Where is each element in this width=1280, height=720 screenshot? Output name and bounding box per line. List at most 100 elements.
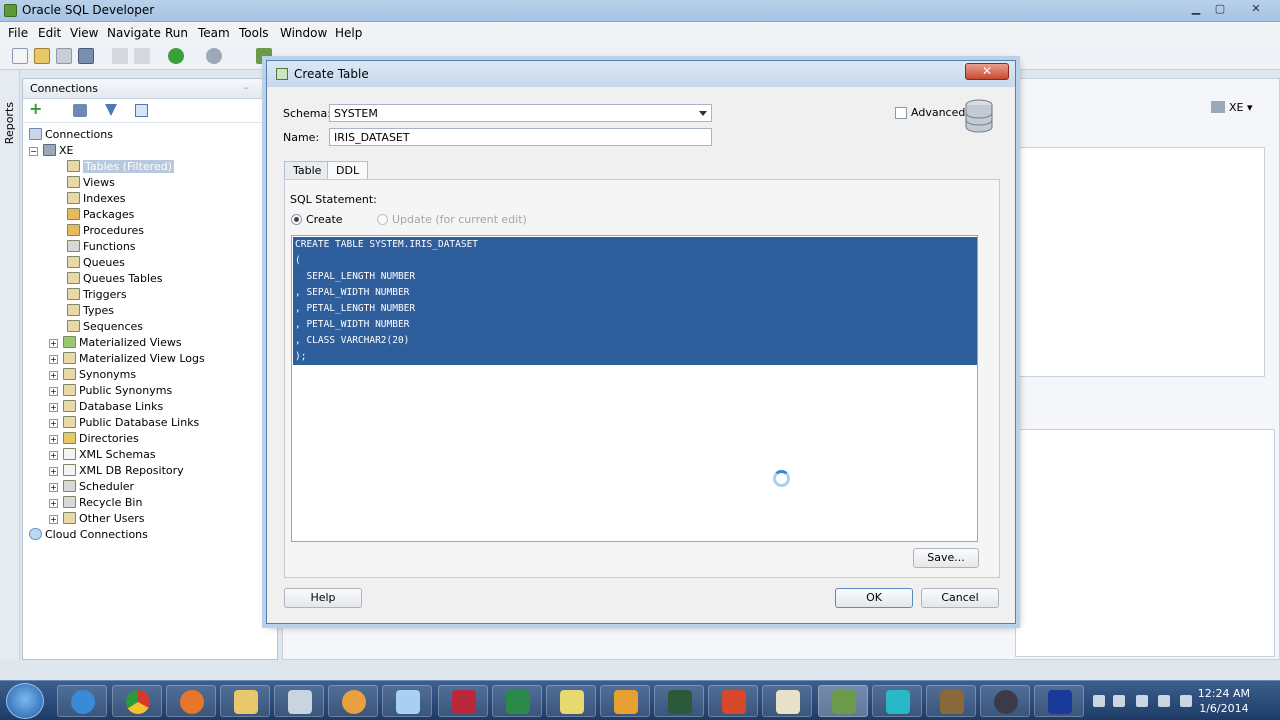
start-button[interactable] xyxy=(6,683,44,719)
tray-flag-icon[interactable] xyxy=(1113,695,1125,707)
tree-functions[interactable]: Functions xyxy=(67,239,136,255)
tree-public-synonyms[interactable]: + Public Synonyms xyxy=(49,383,172,399)
taskbar-terminal[interactable] xyxy=(654,685,704,717)
radio-create[interactable] xyxy=(291,214,302,225)
sql-editor[interactable]: CREATE TABLE SYSTEM.IRIS_DATASET ( SEPAL… xyxy=(291,235,978,542)
panel-minimize-icon[interactable]: – xyxy=(244,81,250,94)
add-connection-icon[interactable]: + xyxy=(29,101,43,117)
dialog-close-button[interactable]: ✕ xyxy=(965,63,1009,80)
open-folder-icon[interactable] xyxy=(34,48,50,64)
tree-public-database-links[interactable]: + Public Database Links xyxy=(49,415,199,431)
close-window-button[interactable]: ✕ xyxy=(1243,1,1269,18)
table-name-input[interactable]: IRIS_DATASET xyxy=(329,128,712,146)
expand-icon[interactable]: + xyxy=(49,403,58,412)
tree-procedures[interactable]: Procedures xyxy=(67,223,144,239)
expand-icon[interactable]: + xyxy=(49,467,58,476)
menu-window[interactable]: Window xyxy=(280,26,327,40)
menu-help[interactable]: Help xyxy=(335,26,362,40)
expand-icon[interactable]: + xyxy=(49,339,58,348)
save-icon[interactable] xyxy=(56,48,72,64)
tray-volume-icon[interactable] xyxy=(1180,695,1192,707)
expand-icon[interactable]: + xyxy=(49,483,58,492)
expand-icon[interactable]: + xyxy=(49,435,58,444)
tree-materialized-views[interactable]: + Materialized Views xyxy=(49,335,182,351)
tree-recycle-bin[interactable]: + Recycle Bin xyxy=(49,495,142,511)
tree-queues-tables[interactable]: Queues Tables xyxy=(67,271,163,287)
taskbar-app-a[interactable] xyxy=(926,685,976,717)
tree-packages[interactable]: Packages xyxy=(67,207,134,223)
tree-xe[interactable]: − XE xyxy=(29,143,74,159)
collapse-icon[interactable]: − xyxy=(29,147,38,156)
taskbar-sql-developer[interactable] xyxy=(818,685,868,717)
tree-views[interactable]: Views xyxy=(67,175,115,191)
taskbar-chrome[interactable] xyxy=(112,685,162,717)
taskbar-app-b[interactable] xyxy=(980,685,1030,717)
taskbar-app-c[interactable] xyxy=(1034,685,1084,717)
taskbar-media[interactable] xyxy=(328,685,378,717)
tree-queues[interactable]: Queues xyxy=(67,255,125,271)
taskbar-firefox[interactable] xyxy=(166,685,216,717)
connection-selector[interactable]: XE ▾ xyxy=(1211,101,1271,121)
save-all-icon[interactable] xyxy=(78,48,94,64)
tab-ddl[interactable]: DDL xyxy=(327,161,369,179)
tree-types[interactable]: Types xyxy=(67,303,114,319)
expand-icon[interactable]: + xyxy=(49,451,58,460)
tree-cloud-connections[interactable]: Cloud Connections xyxy=(29,527,148,543)
expand-icon[interactable]: + xyxy=(49,419,58,428)
tree-sequences[interactable]: Sequences xyxy=(67,319,143,335)
expand-icon[interactable]: + xyxy=(49,499,58,508)
ok-button[interactable]: OK xyxy=(835,588,913,608)
tree-xml-db-repository[interactable]: + XML DB Repository xyxy=(49,463,184,479)
taskbar-access[interactable] xyxy=(438,685,488,717)
redo-icon[interactable] xyxy=(134,48,150,64)
menu-team[interactable]: Team xyxy=(198,26,230,40)
expand-icon[interactable]: + xyxy=(49,515,58,524)
reports-side-tab[interactable]: Reports xyxy=(3,102,16,144)
undo-icon[interactable] xyxy=(112,48,128,64)
taskbar-remote[interactable] xyxy=(872,685,922,717)
taskbar-powerpoint[interactable] xyxy=(708,685,758,717)
taskbar-ie[interactable] xyxy=(57,685,107,717)
menu-file[interactable]: File xyxy=(8,26,28,40)
new-file-icon[interactable] xyxy=(12,48,28,64)
tree-indexes[interactable]: Indexes xyxy=(67,191,125,207)
save-button[interactable]: Save... xyxy=(913,548,979,568)
tree-other-users[interactable]: + Other Users xyxy=(49,511,145,527)
system-clock[interactable]: 12:24 AM 1/6/2014 xyxy=(1198,686,1250,716)
menu-run[interactable]: Run xyxy=(165,26,188,40)
tree-materialized-view-logs[interactable]: + Materialized View Logs xyxy=(49,351,205,367)
radio-update[interactable] xyxy=(377,214,388,225)
taskbar-excel[interactable] xyxy=(492,685,542,717)
tab-table[interactable]: Table xyxy=(284,161,331,179)
cancel-button[interactable]: Cancel xyxy=(921,588,999,608)
menu-view[interactable]: View xyxy=(70,26,98,40)
taskbar-calculator[interactable] xyxy=(274,685,324,717)
tree-synonyms[interactable]: + Synonyms xyxy=(49,367,136,383)
tree-directories[interactable]: + Directories xyxy=(49,431,139,447)
tree-scheduler[interactable]: + Scheduler xyxy=(49,479,134,495)
tree-database-links[interactable]: + Database Links xyxy=(49,399,163,415)
tray-network-icon[interactable] xyxy=(1158,695,1170,707)
tray-overflow-icon[interactable] xyxy=(1093,695,1105,707)
menu-edit[interactable]: Edit xyxy=(38,26,61,40)
expand-icon[interactable]: + xyxy=(49,355,58,364)
back-icon[interactable] xyxy=(168,48,184,64)
forward-icon[interactable] xyxy=(206,48,222,64)
help-button[interactable]: Help xyxy=(284,588,362,608)
taskbar-explorer[interactable] xyxy=(220,685,270,717)
menu-tools[interactable]: Tools xyxy=(239,26,269,40)
tree-connections[interactable]: Connections xyxy=(29,127,113,143)
taskbar-notepad[interactable] xyxy=(382,685,432,717)
maximize-button[interactable]: ▢ xyxy=(1207,1,1233,18)
advanced-checkbox[interactable] xyxy=(895,107,907,119)
tree-triggers[interactable]: Triggers xyxy=(67,287,127,303)
tree-xml-schemas[interactable]: + XML Schemas xyxy=(49,447,156,463)
refresh-icon[interactable] xyxy=(73,104,87,117)
taskbar-editor[interactable] xyxy=(762,685,812,717)
minimize-button[interactable]: ▁ xyxy=(1183,1,1209,18)
taskbar-files[interactable] xyxy=(546,685,596,717)
schema-select[interactable]: SYSTEM xyxy=(329,104,712,122)
expand-icon[interactable]: + xyxy=(49,387,58,396)
filter-icon[interactable] xyxy=(105,104,117,116)
tree-tables[interactable]: Tables (Filtered) xyxy=(67,159,175,175)
